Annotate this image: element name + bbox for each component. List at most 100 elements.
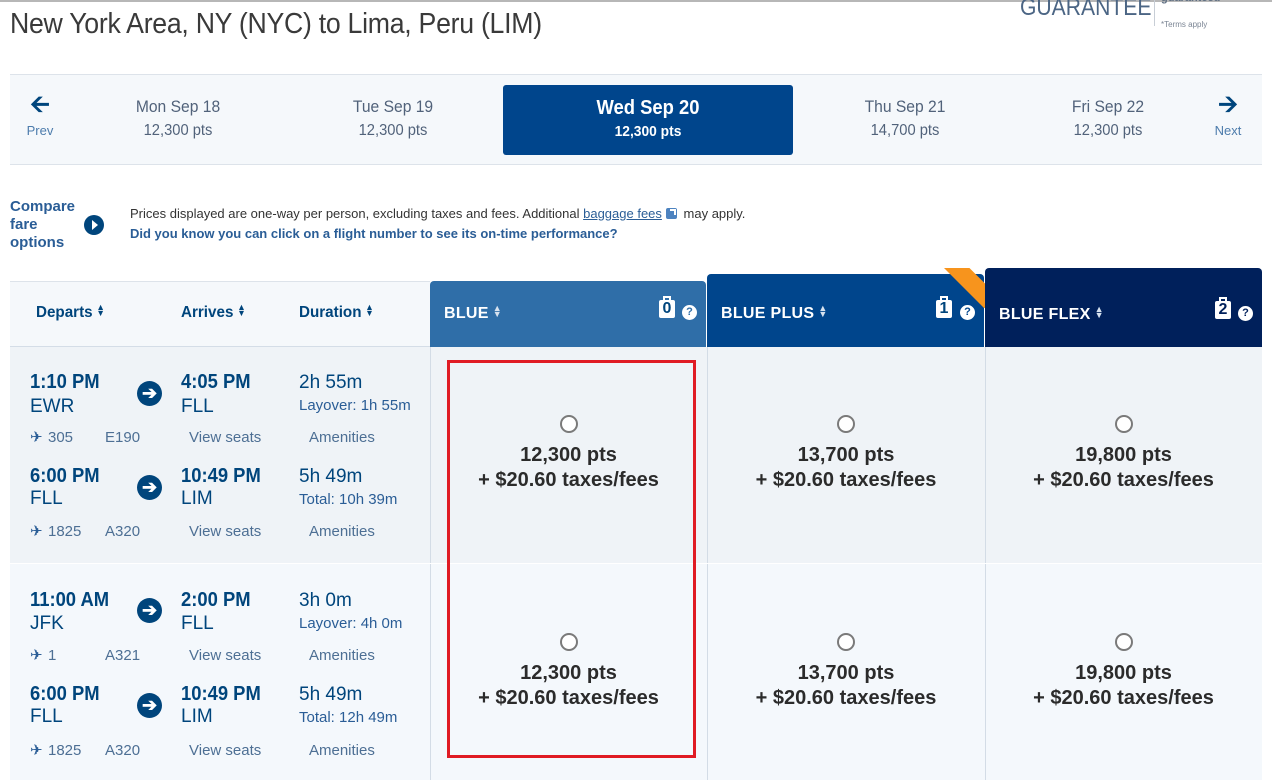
flight-number-link[interactable]: 1825 — [48, 742, 81, 759]
fare-option-blue-plus[interactable]: 13,700 pts + $20.60 taxes/fees — [707, 347, 985, 563]
date-navigation: 🡨 Prev Mon Sep 18 12,300 pts Tue Sep 19 … — [10, 74, 1262, 165]
baggage-fees-link[interactable]: baggage fees — [583, 206, 662, 221]
segment-duration: 5h 49m — [299, 466, 363, 487]
date-option[interactable]: Tue Sep 19 12,300 pts — [303, 85, 483, 155]
fare-radio[interactable] — [1114, 633, 1133, 651]
arrow-right-circle-icon: ➔ — [137, 598, 162, 623]
arrive-airport: FLL — [181, 396, 214, 417]
fare-name: BLUE FLEX ▲ ▼ — [999, 304, 1104, 324]
arrive-time: 10:49 PM — [181, 465, 261, 487]
fare-option-blue[interactable]: 12,300 pts + $20.60 taxes/fees — [430, 564, 707, 780]
flight-segment: 1:10 PM EWR ➔ 4:05 PM FLL 2h 55m Layover… — [10, 347, 430, 446]
prev-date-button[interactable]: 🡨 Prev — [10, 93, 70, 139]
date-label: Fri Sep 22 — [1071, 97, 1145, 116]
arrive-airport: FLL — [181, 613, 214, 634]
help-icon[interactable]: ? — [682, 305, 697, 320]
flight-number-link[interactable]: 1825 — [48, 523, 81, 540]
date-option[interactable]: Fri Sep 22 12,300 pts — [1018, 85, 1198, 155]
compare-label-line3: options — [10, 234, 65, 251]
flight-row: 1:10 PM EWR ➔ 4:05 PM FLL 2h 55m Layover… — [10, 347, 1262, 563]
sort-icon: ▲ ▼ — [818, 303, 828, 319]
help-icon[interactable]: ? — [1238, 306, 1253, 321]
compare-fare-options-link[interactable]: Compare fare options — [10, 198, 82, 252]
flight-row: 11:00 AM JFK ➔ 2:00 PM FLL 3h 0m Layover… — [10, 564, 1262, 780]
bag-count: 0 — [659, 300, 675, 318]
view-seats-link[interactable]: View seats — [189, 742, 261, 759]
fare-fees: + $20.60 taxes/fees — [755, 687, 937, 709]
fare-points: 13,700 pts — [797, 444, 895, 466]
date-price: 12,300 pts — [143, 122, 213, 139]
segment-duration: 5h 49m — [299, 684, 363, 705]
date-label: Wed Sep 20 — [596, 97, 700, 119]
play-circle-icon[interactable] — [84, 215, 104, 235]
guarantee-banner: GUARANTEE guaranteed* *Terms apply — [1020, 0, 1272, 34]
fare-fees: + $20.60 taxes/fees — [478, 687, 659, 709]
next-label: Next — [1214, 123, 1242, 138]
fare-points: 19,800 pts — [1075, 444, 1172, 466]
flight-segment: 6:00 PM FLL ➔ 10:49 PM LIM 5h 49m Total:… — [10, 658, 430, 759]
sort-icon: ▲ ▼ — [1094, 304, 1104, 320]
price-disclaimer: Prices displayed are one-way per person,… — [130, 206, 745, 221]
fare-option-blue-plus[interactable]: 13,700 pts + $20.60 taxes/fees — [707, 564, 985, 780]
total-duration: Total: 12h 49m — [299, 709, 398, 726]
compare-label-line2: fare — [10, 216, 38, 233]
fare-points: 13,700 pts — [797, 662, 895, 684]
view-seats-link[interactable]: View seats — [189, 523, 261, 540]
next-date-button[interactable]: 🡪 Next — [1198, 93, 1258, 139]
sort-arrives[interactable]: Arrives ▲ ▼ — [181, 303, 246, 322]
fare-option-blue-flex[interactable]: 19,800 pts + $20.60 taxes/fees — [985, 347, 1262, 563]
compare-label-line1: Compare — [10, 198, 76, 215]
arrow-right-circle-icon: ➔ — [137, 693, 162, 718]
fare-fees: + $20.60 taxes/fees — [755, 469, 937, 491]
plane-icon: ✈ — [30, 523, 43, 540]
fare-fees: + $20.60 taxes/fees — [1033, 469, 1214, 491]
bag-count: 1 — [936, 300, 952, 318]
fare-radio[interactable] — [1114, 415, 1133, 433]
depart-time: 6:00 PM — [30, 465, 100, 487]
date-option[interactable]: Thu Sep 21 14,700 pts — [815, 85, 995, 155]
duration-header: Duration — [299, 304, 362, 321]
fare-option-blue[interactable]: 12,300 pts + $20.60 taxes/fees — [430, 347, 707, 563]
fare-option-blue-flex[interactable]: 19,800 pts + $20.60 taxes/fees — [985, 564, 1262, 780]
guarantee-terms: *Terms apply — [1161, 20, 1208, 29]
flight-segment: 6:00 PM FLL ➔ 10:49 PM LIM 5h 49m Total:… — [10, 441, 430, 540]
date-option[interactable]: Mon Sep 18 12,300 pts — [88, 85, 268, 155]
date-price: 12,300 pts — [358, 122, 428, 139]
arrives-header: Arrives — [181, 304, 234, 321]
fare-points: 12,300 pts — [520, 444, 617, 466]
date-label: Thu Sep 21 — [864, 97, 946, 116]
segment-duration: 2h 55m — [299, 372, 363, 393]
depart-time: 6:00 PM — [30, 683, 100, 705]
flight-table-header: Departs ▲ ▼ Arrives ▲ ▼ Duration ▲ ▼ — [10, 281, 430, 347]
fare-fees: + $20.60 taxes/fees — [478, 469, 659, 491]
fare-radio[interactable] — [837, 415, 855, 433]
help-icon[interactable]: ? — [960, 305, 975, 320]
date-label: Mon Sep 18 — [135, 97, 221, 116]
layover: Layover: 1h 55m — [299, 397, 411, 414]
amenities-link[interactable]: Amenities — [309, 523, 375, 540]
aircraft-type: A320 — [105, 742, 141, 759]
fare-header-blue[interactable]: BLUE ▲ ▼ 0 ? — [430, 281, 706, 347]
fare-radio[interactable] — [559, 415, 578, 433]
amenities-link[interactable]: Amenities — [309, 742, 375, 759]
sort-departs[interactable]: Departs ▲ ▼ — [36, 303, 105, 322]
date-label: Tue Sep 19 — [352, 97, 434, 116]
arrive-time: 4:05 PM — [181, 371, 251, 393]
depart-airport: FLL — [30, 706, 63, 727]
aircraft-type: A320 — [105, 523, 141, 540]
date-option-selected[interactable]: Wed Sep 20 12,300 pts — [503, 85, 793, 155]
fare-fees: + $20.60 taxes/fees — [1033, 687, 1214, 709]
guarantee-headline: GUARANTEE — [1020, 0, 1152, 21]
depart-time: 1:10 PM — [30, 371, 100, 393]
fare-radio[interactable] — [837, 633, 855, 651]
arrive-airport: LIM — [181, 488, 213, 509]
arrive-airport: LIM — [181, 706, 213, 727]
sort-duration[interactable]: Duration ▲ ▼ — [299, 303, 374, 322]
prev-label: Prev — [26, 123, 54, 138]
total-duration: Total: 10h 39m — [299, 491, 398, 508]
fare-header-blue-plus[interactable]: BLUE PLUS ▲ ▼ 1 ? — [707, 274, 984, 347]
fare-radio[interactable] — [559, 633, 578, 651]
on-time-tip: Did you know you can click on a flight n… — [130, 226, 618, 241]
fare-header-blue-flex[interactable]: BLUE FLEX ▲ ▼ 2 ? — [985, 268, 1262, 347]
arrive-time: 2:00 PM — [181, 589, 251, 611]
